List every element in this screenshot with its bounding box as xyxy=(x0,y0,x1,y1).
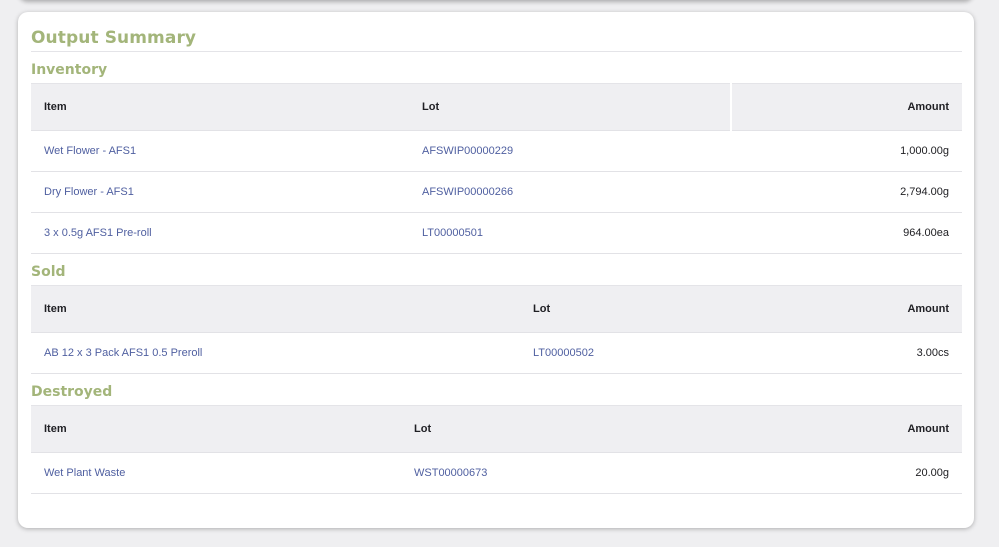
sold-table: Item Lot Amount AB 12 x 3 Pack AFS1 0.5 … xyxy=(31,285,962,374)
table-row: Dry Flower - AFS1 AFSWIP00000266 2,794.0… xyxy=(31,171,962,213)
lot-link[interactable]: AFSWIP00000229 xyxy=(409,130,731,172)
column-header-item[interactable]: Item xyxy=(31,405,401,453)
item-link[interactable]: Wet Flower - AFS1 xyxy=(31,130,409,172)
item-link[interactable]: Wet Plant Waste xyxy=(31,452,401,494)
column-header-lot[interactable]: Lot xyxy=(409,83,731,131)
table-header-row: Item Lot Amount xyxy=(31,83,962,131)
page-title: Output Summary xyxy=(31,25,962,52)
table-header-row: Item Lot Amount xyxy=(31,285,962,333)
table-row: 3 x 0.5g AFS1 Pre-roll LT00000501 964.00… xyxy=(31,212,962,254)
item-link[interactable]: AB 12 x 3 Pack AFS1 0.5 Preroll xyxy=(31,332,520,374)
column-header-amount[interactable]: Amount xyxy=(730,83,962,131)
amount-value: 964.00ea xyxy=(731,212,962,254)
column-header-item[interactable]: Item xyxy=(31,83,409,131)
column-header-lot[interactable]: Lot xyxy=(520,285,841,333)
lot-link[interactable]: LT00000501 xyxy=(409,212,731,254)
column-header-lot[interactable]: Lot xyxy=(401,405,787,453)
item-link[interactable]: Dry Flower - AFS1 xyxy=(31,171,409,213)
inventory-table: Item Lot Amount Wet Flower - AFS1 AFSWIP… xyxy=(31,83,962,254)
table-row: AB 12 x 3 Pack AFS1 0.5 Preroll LT000005… xyxy=(31,332,962,374)
sold-section-title: Sold xyxy=(31,264,66,280)
lot-link[interactable]: LT00000502 xyxy=(520,332,841,374)
destroyed-table: Item Lot Amount Wet Plant Waste WST00000… xyxy=(31,405,962,494)
table-header-row: Item Lot Amount xyxy=(31,405,962,453)
amount-value: 20.00g xyxy=(787,452,962,494)
output-summary-card: Output Summary Inventory Item Lot Amount… xyxy=(18,12,974,528)
lot-link[interactable]: WST00000673 xyxy=(401,452,787,494)
column-header-item[interactable]: Item xyxy=(31,285,520,333)
column-header-amount[interactable]: Amount xyxy=(841,285,962,333)
amount-value: 1,000.00g xyxy=(731,130,962,172)
lot-link[interactable]: AFSWIP00000266 xyxy=(409,171,731,213)
amount-value: 3.00cs xyxy=(841,332,962,374)
table-row: Wet Plant Waste WST00000673 20.00g xyxy=(31,452,962,494)
table-row: Wet Flower - AFS1 AFSWIP00000229 1,000.0… xyxy=(31,130,962,172)
inventory-section-title: Inventory xyxy=(31,62,108,78)
column-header-amount[interactable]: Amount xyxy=(787,405,962,453)
destroyed-section-title: Destroyed xyxy=(31,384,113,400)
item-link[interactable]: 3 x 0.5g AFS1 Pre-roll xyxy=(31,212,409,254)
amount-value: 2,794.00g xyxy=(731,171,962,213)
